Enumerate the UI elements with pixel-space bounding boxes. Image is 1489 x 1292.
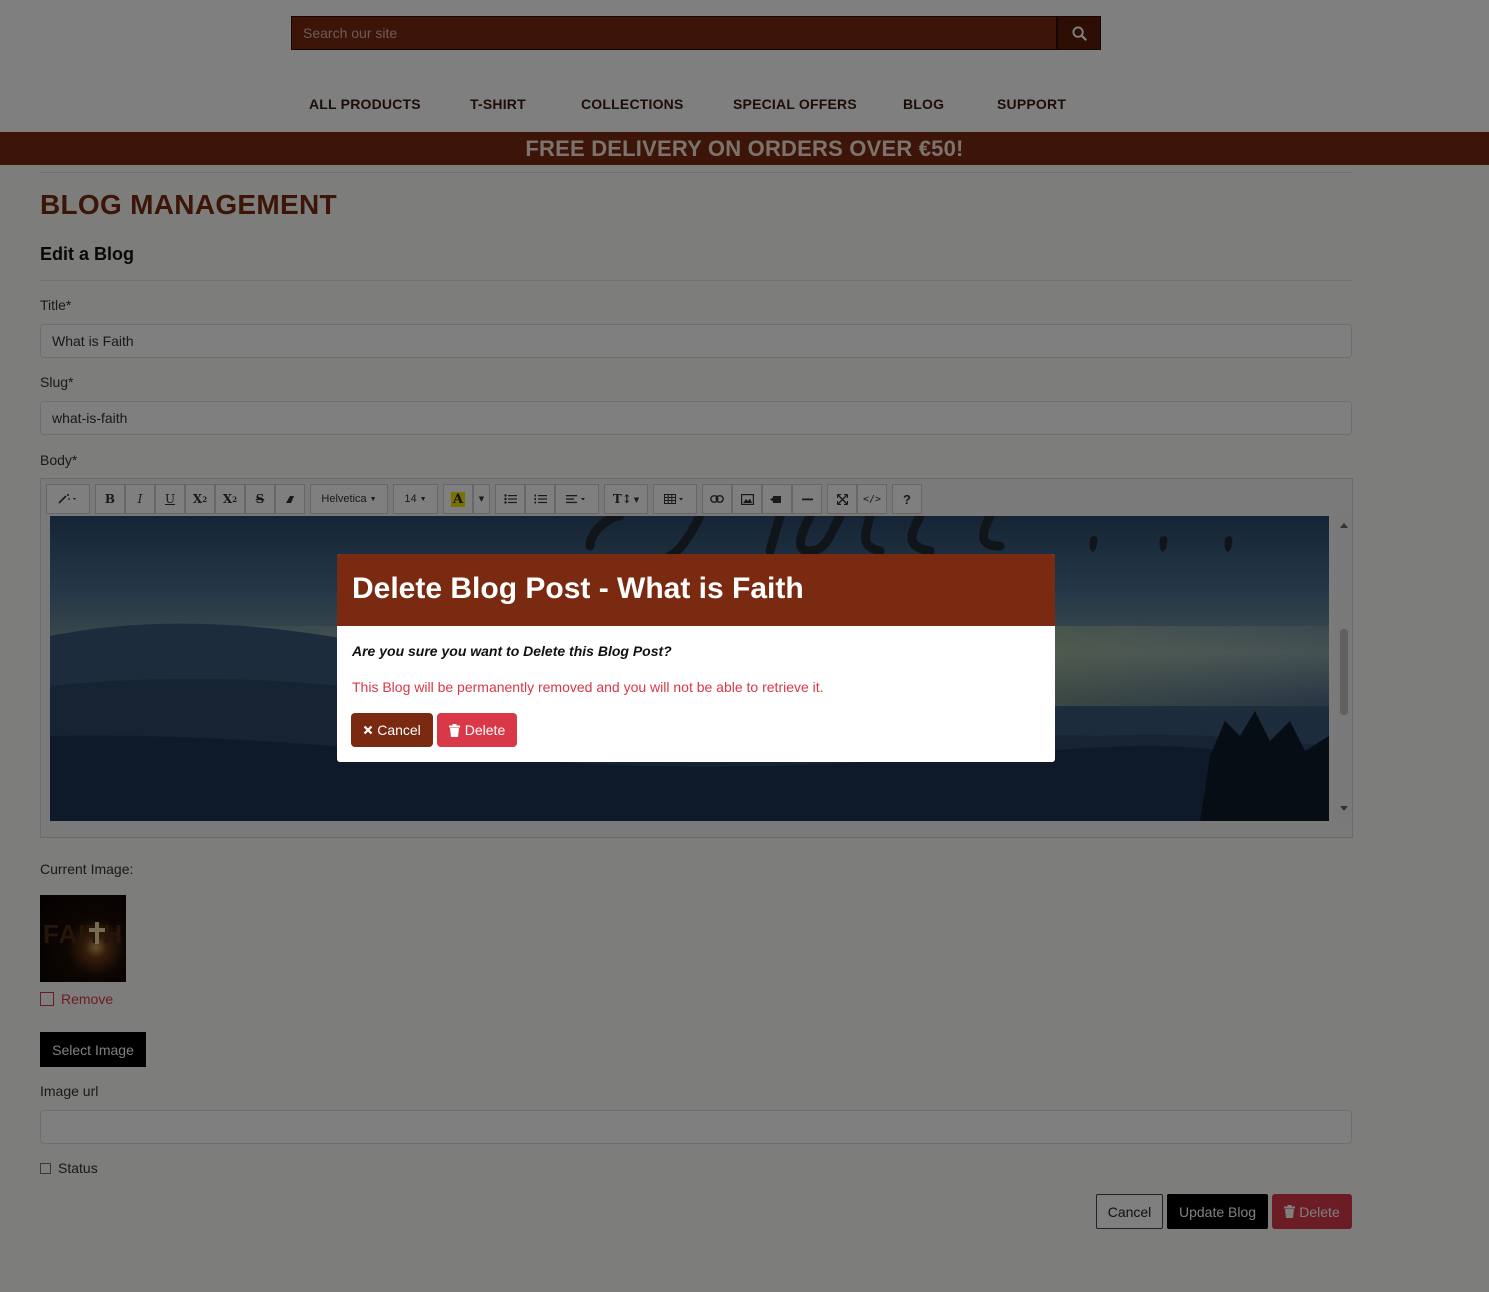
modal-cancel-label: Cancel xyxy=(377,722,421,738)
modal-delete-button[interactable]: Delete xyxy=(437,713,517,747)
trash-icon xyxy=(448,723,460,737)
modal-cancel-button[interactable]: Cancel xyxy=(351,713,433,747)
modal-title: Delete Blog Post - What is Faith xyxy=(337,554,1055,626)
modal-warning: This Blog will be permanently removed an… xyxy=(352,679,824,695)
close-icon xyxy=(363,725,373,735)
modal-delete-label: Delete xyxy=(464,722,506,738)
modal-question: Are you sure you want to Delete this Blo… xyxy=(352,643,672,659)
delete-confirm-modal: Delete Blog Post - What is Faith Are you… xyxy=(337,554,1055,762)
